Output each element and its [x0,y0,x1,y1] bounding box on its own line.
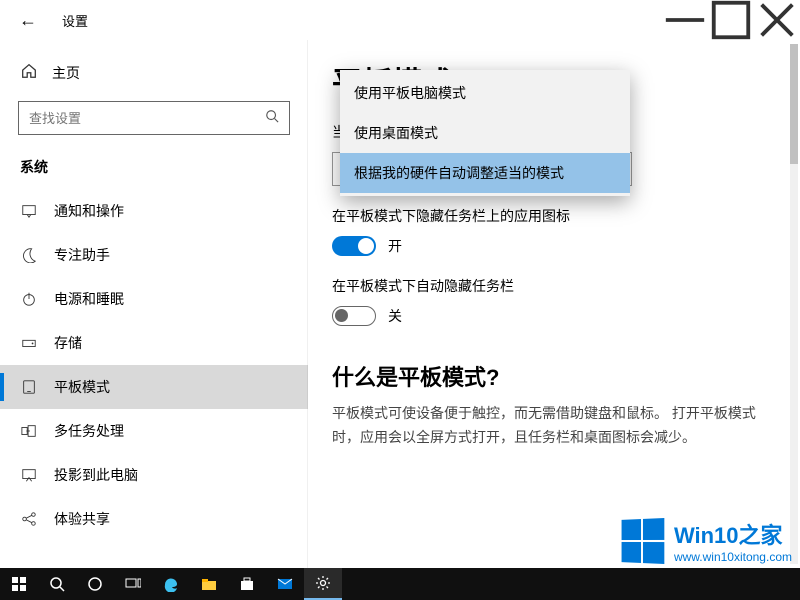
sidebar-item-multitasking[interactable]: 多任务处理 [0,409,308,453]
sidebar-item-label: 专注助手 [54,245,110,265]
what-heading: 什么是平板模式? [332,360,776,392]
task-view-button[interactable] [114,568,152,600]
power-icon [20,290,38,308]
multitask-icon [20,422,38,440]
cortana-button[interactable] [76,568,114,600]
home-label: 主页 [52,63,80,83]
sidebar-item-label: 平板模式 [54,377,110,397]
settings-icon[interactable] [304,568,342,600]
dropdown-option[interactable]: 使用平板电脑模式 [340,73,630,113]
sidebar-item-label: 多任务处理 [54,421,124,441]
maximize-button[interactable] [708,0,754,40]
watermark: Win10之家 www.win10xitong.com [620,518,792,564]
sidebar-item-label: 通知和操作 [54,201,124,221]
setting-label-hide-taskbar: 在平板模式下自动隐藏任务栏 [332,276,776,296]
toggle-state-label: 开 [388,236,402,256]
back-button[interactable]: ← [12,10,44,31]
search-button[interactable] [38,568,76,600]
taskbar[interactable] [0,568,800,600]
sidebar-item-notifications[interactable]: 通知和操作 [0,189,308,233]
minimize-button[interactable] [662,0,708,40]
setting-label-hide-icons: 在平板模式下隐藏任务栏上的应用图标 [332,206,776,226]
sidebar-item-focus-assist[interactable]: 专注助手 [0,233,308,277]
toggle-hide-taskbar[interactable] [332,306,376,326]
notification-icon [20,202,38,220]
window-title: 设置 [62,11,88,30]
search-input[interactable] [29,111,265,126]
dropdown-option[interactable]: 使用桌面模式 [340,113,630,153]
section-heading: 系统 [0,153,308,189]
explorer-icon[interactable] [190,568,228,600]
watermark-title: Win10之家 [674,518,792,550]
dropdown-option-selected[interactable]: 根据我的硬件自动调整适当的模式 [340,153,630,193]
home-link[interactable]: 主页 [0,58,308,101]
start-button[interactable] [0,568,38,600]
sidebar-item-label: 存储 [54,333,82,353]
home-icon [20,62,38,83]
sidebar-item-label: 投影到此电脑 [54,465,138,485]
sidebar-item-label: 体验共享 [54,509,110,529]
sidebar-item-label: 电源和睡眠 [54,289,124,309]
scrollbar-thumb[interactable] [790,44,798,164]
share-icon [20,510,38,528]
what-description: 平板模式可使设备便于触控，而无需借助键盘和鼠标。 打开平板模式时，应用会以全屏方… [332,402,776,450]
windows-logo-icon [621,518,664,564]
sidebar-item-storage[interactable]: 存储 [0,321,308,365]
store-icon[interactable] [228,568,266,600]
sign-in-mode-dropdown-list[interactable]: 使用平板电脑模式 使用桌面模式 根据我的硬件自动调整适当的模式 [340,70,630,196]
search-input-container[interactable] [18,101,290,135]
close-button[interactable] [754,0,800,40]
scrollbar[interactable] [790,44,798,564]
toggle-hide-icons[interactable] [332,236,376,256]
sidebar-item-projecting[interactable]: 投影到此电脑 [0,453,308,497]
sidebar-item-shared[interactable]: 体验共享 [0,497,308,541]
sidebar-item-tablet-mode[interactable]: 平板模式 [0,365,308,409]
toggle-state-label: 关 [388,306,402,326]
edge-icon[interactable] [152,568,190,600]
watermark-url: www.win10xitong.com [674,550,792,564]
moon-icon [20,246,38,264]
search-icon [265,109,279,128]
storage-icon [20,334,38,352]
sidebar-item-power[interactable]: 电源和睡眠 [0,277,308,321]
mail-icon[interactable] [266,568,304,600]
tablet-icon [20,378,38,396]
project-icon [20,466,38,484]
